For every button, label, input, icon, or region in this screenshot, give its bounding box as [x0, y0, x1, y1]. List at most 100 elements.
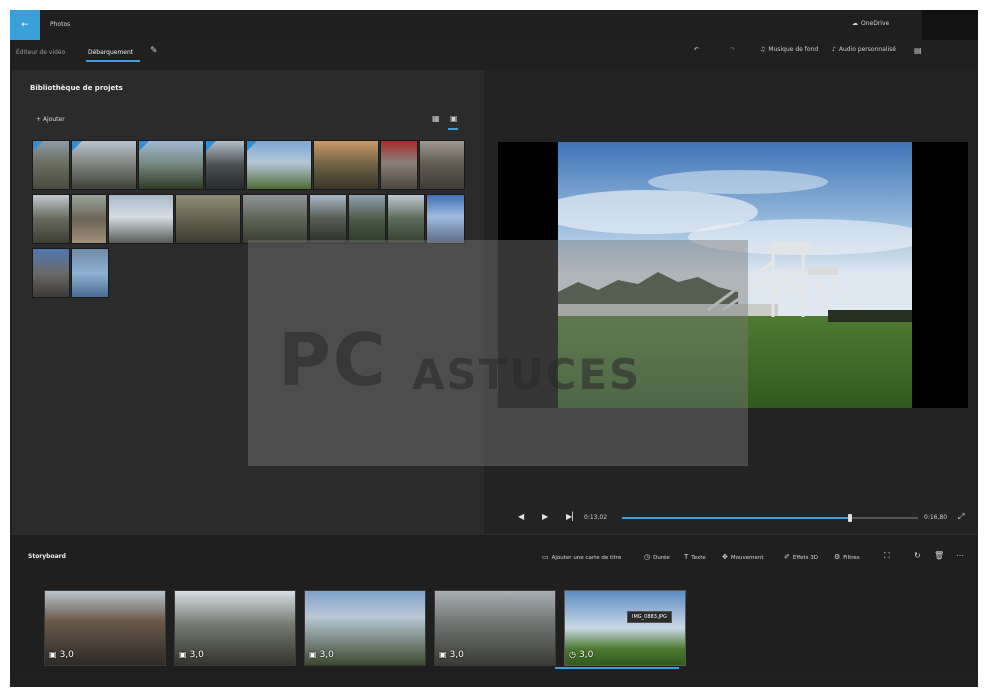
back-arrow-icon[interactable]: ← [10, 10, 40, 40]
letterbox-right [912, 142, 968, 408]
effects-3d-button[interactable]: ✐ Effets 3D [784, 553, 818, 561]
media-thumbnail[interactable] [32, 194, 70, 244]
photo-icon: ▣ [309, 650, 317, 659]
selected-check-icon [139, 141, 149, 151]
title-bar: ← Photos ☁ OneDrive [10, 10, 978, 40]
media-thumbnail[interactable] [246, 140, 312, 190]
fullscreen-icon[interactable]: ⤢ [958, 512, 964, 522]
audio-icon: ♪ [832, 46, 836, 53]
title-card-button[interactable]: ▭ Ajouter une carte de titre [542, 553, 621, 561]
storyboard-clip-selected[interactable]: IMG_0883.JPG ◷ 3,0 [564, 590, 686, 666]
motion-label: Mouvement [730, 555, 764, 561]
view-active-indicator [448, 128, 458, 130]
onedrive-button[interactable]: ☁ OneDrive [852, 20, 889, 27]
play-icon[interactable]: ▶ [542, 512, 548, 521]
seek-bar[interactable] [622, 514, 918, 522]
media-thumbnail[interactable] [108, 194, 174, 244]
grid-view-icon[interactable]: ▦ [432, 114, 440, 123]
filters-icon: ⚙ [834, 553, 841, 561]
more-options-icon[interactable]: ⋯ [956, 551, 964, 560]
redo-icon[interactable]: ↷ [730, 46, 735, 53]
duration-label: Durée [653, 555, 670, 561]
storyboard-clip[interactable]: ▣ 3,0 [44, 590, 166, 666]
list-view-icon[interactable]: ▣ [450, 114, 458, 123]
title-card-icon: ▭ [542, 553, 549, 561]
playback-controls: ◀ ▶ ▶▏ 0:13,02 0:16,80 ⤢ [508, 507, 978, 529]
custom-audio-label: Audio personnalisé [838, 46, 897, 53]
app-title: Photos [50, 21, 71, 28]
photo-icon: ▣ [439, 650, 447, 659]
delete-icon[interactable]: 🗑 [934, 551, 944, 560]
media-thumbnail[interactable] [138, 140, 204, 190]
clip-duration: ▣ 3,0 [439, 650, 464, 660]
media-thumbnail[interactable] [380, 140, 418, 190]
rotate-icon[interactable]: ↻ [914, 551, 921, 560]
filters-label: Filtres [843, 555, 860, 561]
media-thumbnail[interactable] [387, 194, 425, 244]
storyboard-title: Storyboard [28, 553, 66, 560]
selected-check-icon [206, 141, 216, 151]
page-margin [978, 0, 992, 688]
storyboard-clip[interactable]: ▣ 3,0 [434, 590, 556, 666]
media-thumbnail[interactable] [32, 248, 70, 298]
photo-icon: ▣ [179, 650, 187, 659]
media-thumbnail[interactable] [32, 140, 70, 190]
rewind-icon[interactable]: ◀ [518, 512, 524, 521]
media-thumbnail[interactable] [242, 194, 308, 244]
photo-icon: ▣ [49, 650, 57, 659]
seek-handle[interactable] [847, 514, 852, 522]
media-thumbnail[interactable] [175, 194, 241, 244]
selected-check-icon [247, 141, 257, 151]
clip-duration: ▣ 3,0 [49, 650, 74, 660]
more-icon[interactable]: ▤ [914, 46, 922, 55]
clip-duration: ▣ 3,0 [179, 650, 204, 660]
text-button[interactable]: T Texte [684, 553, 706, 561]
watermark-logo: PC [278, 318, 388, 402]
clock-icon: ◷ [569, 650, 576, 659]
media-thumbnail[interactable] [313, 140, 379, 190]
undo-icon[interactable]: ↶ [694, 46, 699, 53]
media-thumbnail[interactable] [205, 140, 245, 190]
text-label: Texte [691, 555, 706, 561]
effects-3d-label: Effets 3D [792, 555, 819, 561]
media-thumbnail[interactable] [71, 194, 107, 244]
clip-duration-value: 3,0 [578, 650, 594, 660]
motion-icon: ✥ [722, 553, 728, 561]
watermark-logo-sub: ASTUCES [412, 350, 642, 399]
media-thumbnail[interactable] [348, 194, 386, 244]
clip-duration: ▣ 3,0 [309, 650, 334, 660]
media-thumbnail[interactable] [71, 248, 109, 298]
clock-icon: ◷ [644, 553, 651, 561]
media-thumbnail[interactable] [309, 194, 347, 244]
effects-3d-icon: ✐ [784, 553, 790, 561]
titlebar-dark-area [922, 10, 978, 40]
media-thumbnail[interactable] [426, 194, 465, 244]
motion-button[interactable]: ✥ Mouvement [722, 553, 764, 561]
storyboard-clip[interactable]: ▣ 3,0 [174, 590, 296, 666]
clip-duration-value: 3,0 [59, 650, 74, 660]
clip-duration-value: 3,0 [449, 650, 464, 660]
tab-video-editor[interactable]: Éditeur de vidéo [16, 49, 65, 56]
custom-audio-button[interactable]: ♪ Audio personnalisé [832, 46, 896, 53]
cloud-icon: ☁ [852, 20, 858, 27]
clip-duration-value: 3,0 [189, 650, 204, 660]
pencil-icon[interactable]: ✎ [150, 46, 158, 56]
onedrive-label: OneDrive [861, 20, 890, 27]
active-tab-indicator [86, 60, 140, 62]
storyboard-clip[interactable]: ▣ 3,0 [304, 590, 426, 666]
tab-project-name[interactable]: Débarquement [88, 49, 133, 56]
text-icon: T [684, 553, 689, 561]
duration-button[interactable]: ◷ Durée [644, 553, 670, 561]
seek-progress [622, 517, 850, 519]
filters-button[interactable]: ⚙ Filtres [834, 553, 860, 561]
background-music-button[interactable]: ♫ Musique de fond [760, 46, 818, 53]
clip-duration-value: 3,0 [319, 650, 334, 660]
media-thumbnail[interactable] [419, 140, 465, 190]
media-thumbnail[interactable] [71, 140, 137, 190]
resize-icon[interactable]: ⛶ [884, 551, 890, 561]
add-media-button[interactable]: + Ajouter [36, 116, 65, 123]
selected-check-icon [72, 141, 82, 151]
skip-forward-icon[interactable]: ▶▏ [566, 512, 578, 521]
selected-check-icon [33, 141, 43, 151]
library-title: Bibliothèque de projets [30, 84, 123, 92]
